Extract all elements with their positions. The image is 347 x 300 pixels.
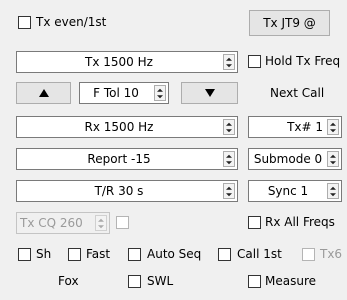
ftol-value: F Tol 10 (93, 86, 139, 100)
spin-down-icon[interactable] (328, 159, 338, 166)
spin-down-icon[interactable] (96, 223, 106, 230)
swl-checkbox[interactable] (128, 275, 141, 288)
spin-up-icon[interactable] (224, 120, 234, 127)
tx6-checkbox[interactable] (302, 248, 315, 261)
sync-spin-arrows[interactable] (327, 183, 339, 199)
report-spinbox[interactable]: Report -15 (16, 148, 238, 170)
submode-value: Submode 0 (253, 152, 323, 166)
spin-down-icon[interactable] (224, 159, 234, 166)
spin-up-icon[interactable] (224, 55, 234, 62)
ftol-spinbox[interactable]: F Tol 10 (79, 82, 169, 104)
fast-checkbox[interactable] (68, 248, 81, 261)
spin-down-icon[interactable] (328, 127, 338, 134)
hold-tx-freq-label: Hold Tx Freq (265, 54, 341, 68)
measure-label: Measure (265, 274, 316, 288)
tr-period-spin-arrows[interactable] (223, 183, 235, 199)
rx-all-freqs-label: Rx All Freqs (265, 215, 335, 229)
next-call-label: Next Call (270, 86, 325, 100)
sync-spinbox[interactable]: Sync 1 (248, 180, 342, 202)
tx6-label: Tx6 (320, 247, 343, 261)
spin-up-icon[interactable] (224, 152, 234, 159)
spin-down-icon[interactable] (155, 93, 165, 100)
ftol-spin-arrows[interactable] (154, 85, 166, 101)
tx-freq-spin-arrows[interactable] (223, 54, 235, 70)
rx-freq-spinbox[interactable]: Rx 1500 Hz (16, 116, 238, 138)
tx-even-checkbox[interactable] (18, 16, 31, 29)
tx-freq-spinbox[interactable]: Tx 1500 Hz (16, 51, 238, 73)
up-button[interactable] (16, 82, 71, 104)
spin-up-icon[interactable] (155, 86, 165, 93)
spin-up-icon[interactable] (328, 184, 338, 191)
tx-even-label: Tx even/1st (36, 15, 107, 29)
spin-up-icon[interactable] (96, 216, 106, 223)
call-1st-checkbox[interactable] (218, 248, 231, 261)
tx-mode-button[interactable]: Tx JT9 @ (249, 10, 330, 36)
fox-label: Fox (58, 274, 79, 288)
call-1st-label: Call 1st (237, 247, 282, 261)
down-button[interactable] (181, 82, 238, 104)
spin-up-icon[interactable] (224, 184, 234, 191)
spin-up-icon[interactable] (328, 152, 338, 159)
tx-freq-value: Tx 1500 Hz (85, 55, 153, 69)
spin-down-icon[interactable] (224, 191, 234, 198)
hold-tx-freq-checkbox[interactable] (248, 55, 261, 68)
sh-label: Sh (36, 247, 52, 261)
tr-period-value: T/R 30 s (94, 184, 144, 198)
sync-value: Sync 1 (267, 184, 309, 198)
spin-down-icon[interactable] (328, 191, 338, 198)
tx-cq-spin-arrows[interactable] (95, 215, 107, 231)
tx-cq-value: Tx CQ 260 (20, 216, 83, 230)
tr-period-spinbox[interactable]: T/R 30 s (16, 180, 238, 202)
spin-down-icon[interactable] (224, 62, 234, 69)
down-triangle-icon (204, 89, 215, 97)
rx-freq-spin-arrows[interactable] (223, 119, 235, 135)
rx-all-freqs-checkbox[interactable] (248, 216, 261, 229)
swl-label: SWL (147, 274, 174, 288)
tx-number-spinbox[interactable]: Tx# 1 (248, 116, 342, 138)
spin-up-icon[interactable] (328, 120, 338, 127)
submode-spin-arrows[interactable] (327, 151, 339, 167)
sh-checkbox[interactable] (18, 248, 31, 261)
up-triangle-icon (38, 89, 49, 97)
report-spin-arrows[interactable] (223, 151, 235, 167)
spin-down-icon[interactable] (224, 127, 234, 134)
tx-cq-spinbox[interactable]: Tx CQ 260 (16, 212, 110, 234)
auto-seq-checkbox[interactable] (128, 248, 141, 261)
tx-number-spin-arrows[interactable] (327, 119, 339, 135)
measure-checkbox[interactable] (248, 275, 261, 288)
submode-spinbox[interactable]: Submode 0 (248, 148, 342, 170)
rx-freq-value: Rx 1500 Hz (84, 120, 154, 134)
fast-label: Fast (86, 247, 111, 261)
tx-cq-checkbox[interactable] (116, 216, 129, 229)
report-value: Report -15 (87, 152, 151, 166)
tx-number-value: Tx# 1 (287, 120, 323, 134)
auto-seq-label: Auto Seq (147, 247, 202, 261)
